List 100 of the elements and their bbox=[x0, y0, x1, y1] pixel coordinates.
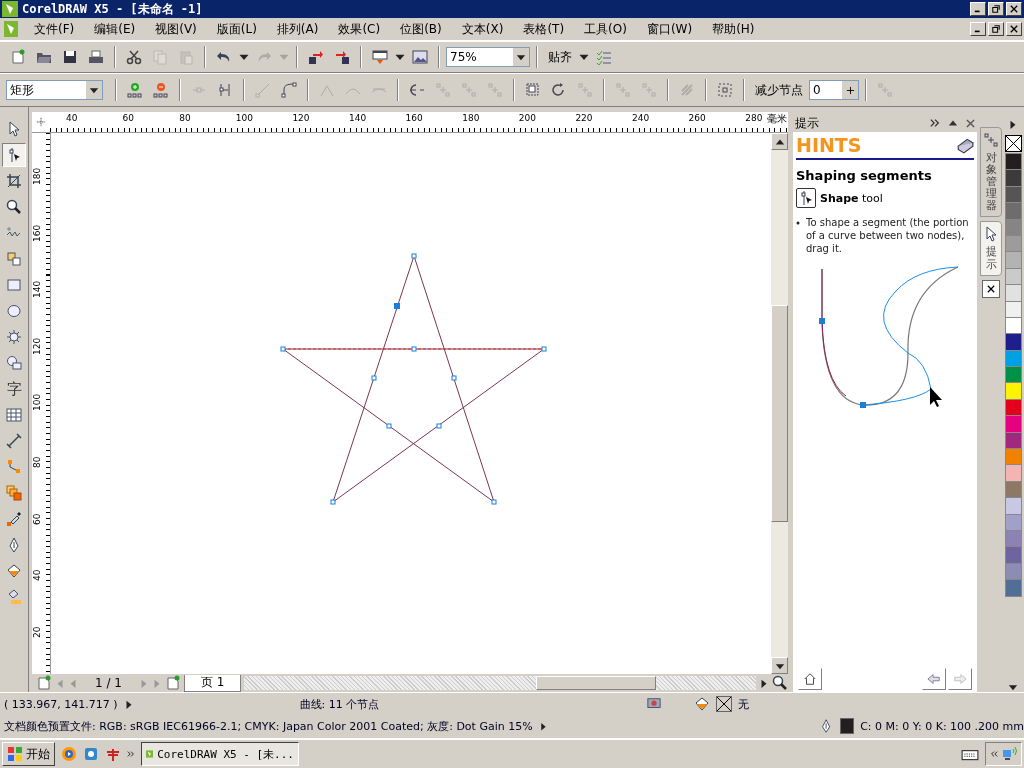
back-button[interactable] bbox=[922, 668, 946, 690]
select-nodes-icon[interactable] bbox=[717, 82, 733, 98]
restore-button[interactable] bbox=[988, 2, 1004, 16]
menu-item[interactable]: 视图(V) bbox=[145, 20, 207, 38]
color-swatch[interactable] bbox=[1004, 464, 1022, 482]
ruler-origin-icon[interactable] bbox=[36, 117, 46, 127]
forward-button[interactable] bbox=[948, 668, 972, 690]
ruler-label: 120 bbox=[32, 337, 42, 355]
stretch-nodes-icon[interactable] bbox=[525, 82, 541, 98]
color-swatch[interactable] bbox=[1004, 382, 1022, 400]
book-icon[interactable] bbox=[956, 136, 974, 154]
add-node-icon[interactable] bbox=[127, 82, 143, 98]
monitor-icon[interactable] bbox=[645, 697, 662, 711]
ruler-label: 160 bbox=[32, 224, 42, 242]
close-icon bbox=[987, 284, 995, 293]
taskbar-button[interactable]: CorelDRAW X5 - [未... bbox=[141, 742, 299, 766]
dropdown-arrow-icon[interactable] bbox=[516, 52, 526, 62]
keyboard-icon[interactable] bbox=[961, 747, 979, 761]
browser-icon[interactable] bbox=[83, 746, 99, 762]
spin-icon[interactable] bbox=[845, 85, 855, 95]
new-document-icon[interactable] bbox=[36, 675, 52, 691]
color-swatch[interactable] bbox=[1004, 202, 1022, 220]
expand-arrow-icon[interactable] bbox=[538, 721, 548, 731]
fill-value: 无 bbox=[737, 696, 749, 712]
document-icon[interactable] bbox=[4, 20, 20, 38]
magnifier-icon[interactable] bbox=[772, 675, 788, 691]
minimize-button[interactable] bbox=[970, 2, 986, 16]
shape-combo[interactable]: 矩形 bbox=[6, 80, 103, 100]
break-curve-icon[interactable] bbox=[217, 82, 233, 98]
scissors-icon[interactable] bbox=[126, 49, 142, 65]
network-icon[interactable] bbox=[1001, 746, 1017, 762]
home-button[interactable] bbox=[798, 668, 822, 690]
rotate-nodes-icon[interactable] bbox=[551, 82, 567, 98]
menu-item[interactable]: 效果(C) bbox=[328, 20, 391, 38]
menu-item[interactable]: 位图(B) bbox=[390, 20, 452, 38]
new-document-icon[interactable] bbox=[164, 675, 181, 691]
ruler-label: 80 bbox=[32, 456, 42, 468]
start-button[interactable]: 开始 bbox=[2, 742, 55, 766]
close-button[interactable] bbox=[1006, 2, 1022, 16]
more-icon[interactable] bbox=[127, 750, 135, 758]
shape-tool-icon bbox=[798, 190, 814, 206]
menu-item[interactable]: 排列(A) bbox=[266, 20, 329, 38]
menu-item[interactable]: 版面(L) bbox=[206, 20, 267, 38]
palette-scroll-icon[interactable] bbox=[1008, 682, 1018, 692]
color-swatch[interactable] bbox=[1004, 579, 1022, 597]
color-swatch[interactable] bbox=[1004, 415, 1022, 433]
delete-node-icon[interactable] bbox=[153, 82, 169, 98]
curve-icon[interactable] bbox=[281, 82, 297, 98]
new-document-icon[interactable] bbox=[10, 49, 26, 65]
hints-title: HINTS bbox=[796, 134, 863, 156]
close-icon[interactable] bbox=[966, 118, 975, 128]
collapse-icon[interactable] bbox=[930, 118, 940, 128]
color-swatch[interactable] bbox=[1004, 546, 1022, 564]
launcher-icon[interactable] bbox=[372, 49, 388, 65]
scroll-right-icon[interactable] bbox=[759, 678, 769, 688]
color-swatch[interactable] bbox=[1004, 333, 1022, 351]
menu-item[interactable]: 编辑(E) bbox=[84, 20, 146, 38]
dropdown-arrow-icon[interactable] bbox=[89, 85, 99, 95]
page-tab[interactable]: 页 1 bbox=[183, 674, 242, 692]
paint-bucket-icon bbox=[693, 696, 710, 712]
hint-heading: Shaping segments bbox=[796, 168, 933, 183]
palette-flyout-icon[interactable] bbox=[1008, 119, 1018, 129]
save-icon[interactable] bbox=[62, 49, 78, 65]
minimize-icon[interactable] bbox=[948, 118, 958, 128]
menu-item[interactable]: 文本(X) bbox=[451, 20, 514, 38]
checklist-icon[interactable] bbox=[596, 49, 612, 65]
menu-item[interactable]: 帮助(H) bbox=[702, 20, 765, 38]
scrollbar-thumb[interactable] bbox=[771, 305, 788, 522]
no-color-swatch[interactable] bbox=[1004, 135, 1022, 152]
color-swatch[interactable] bbox=[1004, 497, 1022, 515]
color-swatch[interactable] bbox=[1004, 284, 1022, 302]
reverse-direction-icon[interactable] bbox=[409, 82, 425, 98]
welcome-screen-icon[interactable] bbox=[412, 49, 428, 65]
docker-tab[interactable]: 对象管理器 bbox=[980, 127, 1002, 218]
scrollbar-thumb[interactable] bbox=[536, 676, 656, 690]
close-document-button[interactable] bbox=[1006, 22, 1022, 36]
menu-item[interactable]: 表格(T) bbox=[513, 20, 575, 38]
outline-value: C: 0 M: 0 Y: 0 K: 100 .200 mm bbox=[860, 719, 1024, 733]
show-hidden-icon[interactable] bbox=[990, 750, 998, 758]
minimize-button[interactable] bbox=[970, 22, 986, 36]
restore-icon bbox=[992, 25, 1000, 33]
star-drawing[interactable] bbox=[280, 253, 547, 505]
reduce-nodes-label: 减少节点 bbox=[754, 81, 804, 99]
reduce-nodes-field[interactable]: 0 bbox=[809, 80, 859, 100]
tool-button[interactable]: 字 bbox=[2, 377, 26, 401]
docker-tab[interactable]: 提示 bbox=[980, 221, 1002, 276]
snap-menu[interactable]: 贴齐 bbox=[544, 48, 576, 66]
close-docker-button[interactable] bbox=[982, 279, 1000, 298]
export-icon[interactable] bbox=[334, 49, 350, 65]
restore-button[interactable] bbox=[988, 22, 1004, 36]
media-player-icon[interactable] bbox=[61, 746, 77, 762]
color-swatch[interactable] bbox=[1004, 251, 1022, 269]
color-swatch[interactable] bbox=[1004, 169, 1022, 187]
menu-item[interactable]: 工具(O) bbox=[574, 20, 637, 38]
zoom-combo[interactable]: 75% bbox=[446, 47, 530, 67]
import-icon[interactable] bbox=[308, 49, 324, 65]
hint-text: To shape a segment (the portion of a curve between two nodes), drag it. bbox=[806, 216, 970, 255]
menu-item[interactable]: 窗口(W) bbox=[636, 20, 703, 38]
printer-icon[interactable] bbox=[88, 49, 104, 65]
menu-item[interactable]: 文件(F) bbox=[24, 20, 85, 38]
